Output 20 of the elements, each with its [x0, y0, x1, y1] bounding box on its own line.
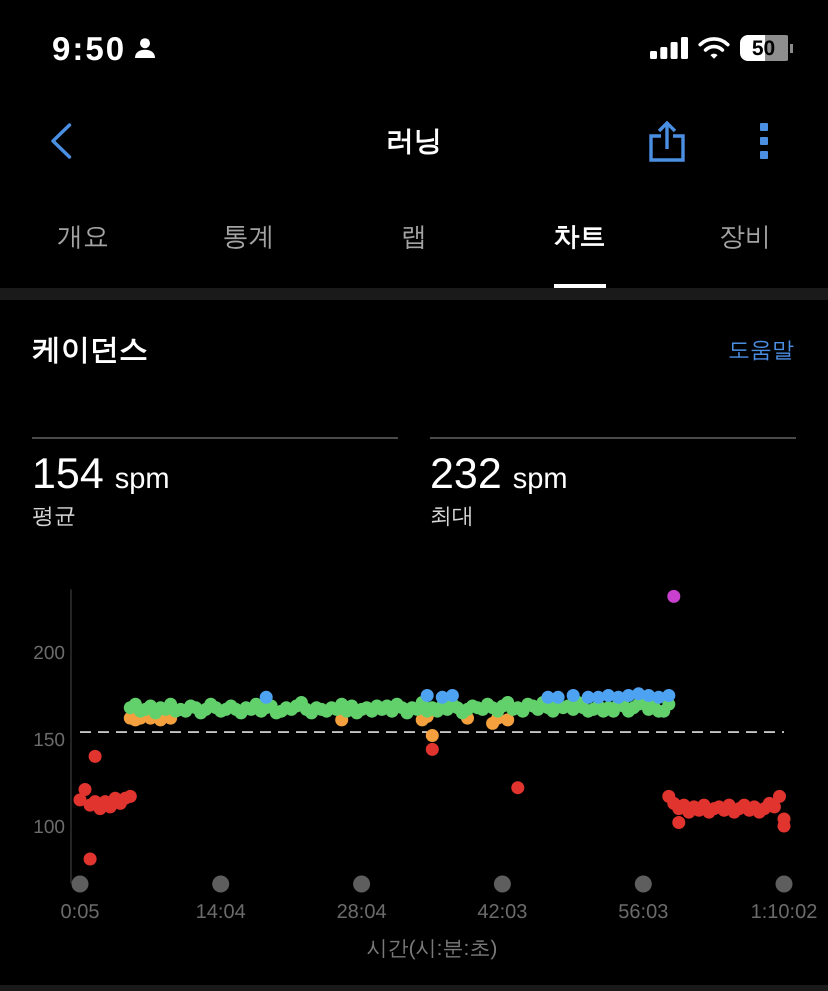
- stat-value: 232: [430, 449, 502, 499]
- x-axis-label: 28:04: [336, 900, 387, 922]
- x-axis-label: 42:03: [477, 900, 528, 922]
- stat-label: 최대: [430, 502, 475, 530]
- x-axis-label: 0:05: [60, 900, 100, 922]
- section-title: 케이던스: [32, 333, 148, 368]
- stat-value: 154: [32, 449, 104, 499]
- stat-label: 평균: [32, 502, 77, 530]
- screen-title: 러닝: [386, 124, 442, 158]
- x-axis-label: 1:10:02: [750, 900, 818, 922]
- x-axis-label: 56:03: [618, 900, 668, 922]
- y-axis-label: 200: [33, 642, 65, 664]
- y-axis-label: 100: [33, 816, 65, 838]
- battery-indicator: 50: [740, 35, 793, 61]
- stat-unit: spm: [114, 462, 170, 497]
- axis-title: 시간(시:분:초): [366, 936, 498, 960]
- x-axis-label: 14:04: [196, 900, 246, 922]
- y-axis-label: 150: [33, 730, 65, 750]
- stat-unit: spm: [512, 462, 568, 497]
- status-time: 9:50: [52, 32, 126, 64]
